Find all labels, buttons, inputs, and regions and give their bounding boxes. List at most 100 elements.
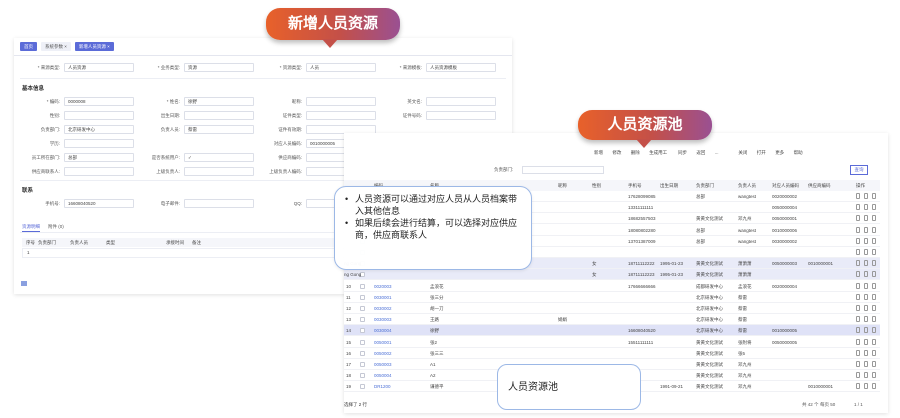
resource-code-link[interactable]: 0050004: [374, 370, 392, 381]
toolbar-button[interactable]: ...: [715, 148, 719, 157]
query-button[interactable]: 查询: [850, 165, 868, 175]
field-input[interactable]: [184, 167, 254, 176]
copy-icon[interactable]: [864, 361, 868, 367]
edit-icon[interactable]: [856, 316, 860, 323]
pagination-per-page[interactable]: 每页 50: [820, 402, 835, 408]
edit-icon[interactable]: [856, 349, 860, 356]
table-row[interactable]: 16 0050002 张三三 黄黄文化测试 张5: [344, 348, 880, 359]
resource-code-link[interactable]: DR1200: [374, 381, 391, 392]
delete-icon[interactable]: [872, 383, 876, 390]
copy-icon[interactable]: [864, 372, 868, 379]
delete-icon[interactable]: [872, 316, 876, 323]
resource-code-link[interactable]: 0050003: [374, 359, 392, 370]
resource-code-link[interactable]: 0050001: [374, 337, 392, 348]
delete-icon[interactable]: [872, 271, 876, 278]
copy-icon[interactable]: [864, 282, 868, 289]
field-input[interactable]: 蔡雷: [184, 125, 254, 134]
copy-icon[interactable]: [864, 293, 868, 300]
copy-icon[interactable]: [864, 204, 868, 211]
field-input[interactable]: [64, 139, 134, 148]
resource-code-link[interactable]: 0030002: [374, 303, 392, 314]
field-input[interactable]: [426, 97, 496, 106]
resource-code-link[interactable]: 0030001: [374, 292, 392, 303]
delete-icon[interactable]: [872, 293, 876, 300]
table-row[interactable]: ng Gong 女 18711112223 1995-01-23 黄黄文化测试 萧萧萧: [344, 269, 880, 281]
field-input[interactable]: 人员资源: [64, 63, 134, 72]
toolbar-button[interactable]: 同步: [678, 148, 687, 157]
edit-icon[interactable]: [856, 361, 860, 367]
table-row[interactable]: 12 0030002 胡一刀 北京研发中心 蔡雷: [344, 303, 880, 314]
delete-icon[interactable]: [872, 215, 876, 222]
edit-icon[interactable]: [856, 237, 860, 244]
copy-icon[interactable]: [864, 249, 868, 255]
row-checkbox[interactable]: [360, 328, 365, 334]
edit-icon[interactable]: [856, 193, 860, 199]
delete-icon[interactable]: [872, 361, 876, 367]
field-input[interactable]: 北京研发中心: [64, 125, 134, 134]
row-checkbox[interactable]: [360, 339, 365, 345]
delete-icon[interactable]: [872, 282, 876, 289]
copy-icon[interactable]: [864, 316, 868, 323]
field-input[interactable]: 人员: [306, 63, 376, 72]
sub-tab-attachments[interactable]: 附件 (0): [48, 224, 64, 230]
toolbar-button[interactable]: 打开: [757, 148, 766, 157]
toolbar-button[interactable]: 删除: [631, 148, 640, 157]
edit-icon[interactable]: [856, 282, 860, 289]
copy-icon[interactable]: [864, 327, 868, 334]
field-input[interactable]: [64, 111, 134, 120]
delete-icon[interactable]: [872, 338, 876, 345]
row-checkbox[interactable]: [360, 373, 365, 379]
toolbar-button[interactable]: 帮助: [794, 148, 803, 157]
sub-tab-detail[interactable]: 资源明细: [22, 224, 40, 232]
table-row[interactable]: 10 0020003 孟浪花 17666666666 成都研发中心 孟浪花 00200000…: [344, 281, 880, 292]
edit-icon[interactable]: [856, 338, 860, 345]
delete-icon[interactable]: [872, 204, 876, 211]
edit-icon[interactable]: [856, 249, 860, 255]
copy-icon[interactable]: [864, 226, 868, 233]
edit-icon[interactable]: [856, 215, 860, 222]
copy-icon[interactable]: [864, 237, 868, 244]
delete-icon[interactable]: [872, 372, 876, 379]
toolbar-button[interactable]: 新增: [594, 148, 603, 157]
field-input[interactable]: [306, 111, 376, 120]
copy-icon[interactable]: [864, 305, 868, 311]
copy-icon[interactable]: [864, 349, 868, 356]
delete-icon[interactable]: [872, 260, 876, 267]
pagination-page[interactable]: 1 / 1: [854, 402, 863, 407]
row-checkbox[interactable]: [360, 317, 365, 323]
table-row[interactable]: 15 0050001 张2 15511111111 黄黄文化测试 张附将 005000000…: [344, 337, 880, 348]
delete-icon[interactable]: [872, 193, 876, 199]
delete-icon[interactable]: [872, 305, 876, 311]
field-input[interactable]: [184, 111, 254, 120]
row-checkbox[interactable]: [360, 306, 365, 311]
field-input[interactable]: [64, 167, 134, 176]
toolbar-button[interactable]: 关闭: [738, 148, 747, 157]
tab-system-params[interactable]: 系统参数 ×: [41, 42, 71, 51]
table-row[interactable]: 14 0030004 徐野 16608040520 北京研发中心 蔡雷 0010000005: [344, 325, 880, 337]
field-input[interactable]: ✓: [184, 153, 254, 162]
edit-icon[interactable]: [856, 226, 860, 233]
table-row[interactable]: 13 0030003 王路 娟娟 北京研发中心 蔡雷: [344, 314, 880, 326]
delete-icon[interactable]: [872, 237, 876, 244]
tab-home[interactable]: 首页: [20, 42, 37, 51]
dept-search-input[interactable]: [522, 166, 604, 174]
field-input[interactable]: 16608040520: [64, 199, 134, 208]
edit-icon[interactable]: [856, 293, 860, 300]
edit-icon[interactable]: [856, 327, 860, 334]
field-input[interactable]: [184, 199, 254, 208]
delete-icon[interactable]: [872, 327, 876, 334]
field-input[interactable]: [426, 111, 496, 120]
resource-code-link[interactable]: 0030004: [374, 325, 392, 336]
resource-code-link[interactable]: 0050002: [374, 348, 392, 359]
row-checkbox[interactable]: [360, 362, 365, 367]
field-input[interactable]: [306, 97, 376, 106]
row-checkbox[interactable]: [360, 350, 365, 356]
toolbar-button[interactable]: 生成用工: [649, 148, 667, 157]
edit-icon[interactable]: [856, 383, 860, 390]
toolbar-button[interactable]: 更多: [775, 148, 784, 157]
row-checkbox[interactable]: [360, 294, 365, 300]
field-input[interactable]: 总部: [64, 153, 134, 162]
edit-icon[interactable]: [856, 372, 860, 379]
edit-icon[interactable]: [856, 305, 860, 311]
edit-icon[interactable]: [856, 260, 860, 267]
